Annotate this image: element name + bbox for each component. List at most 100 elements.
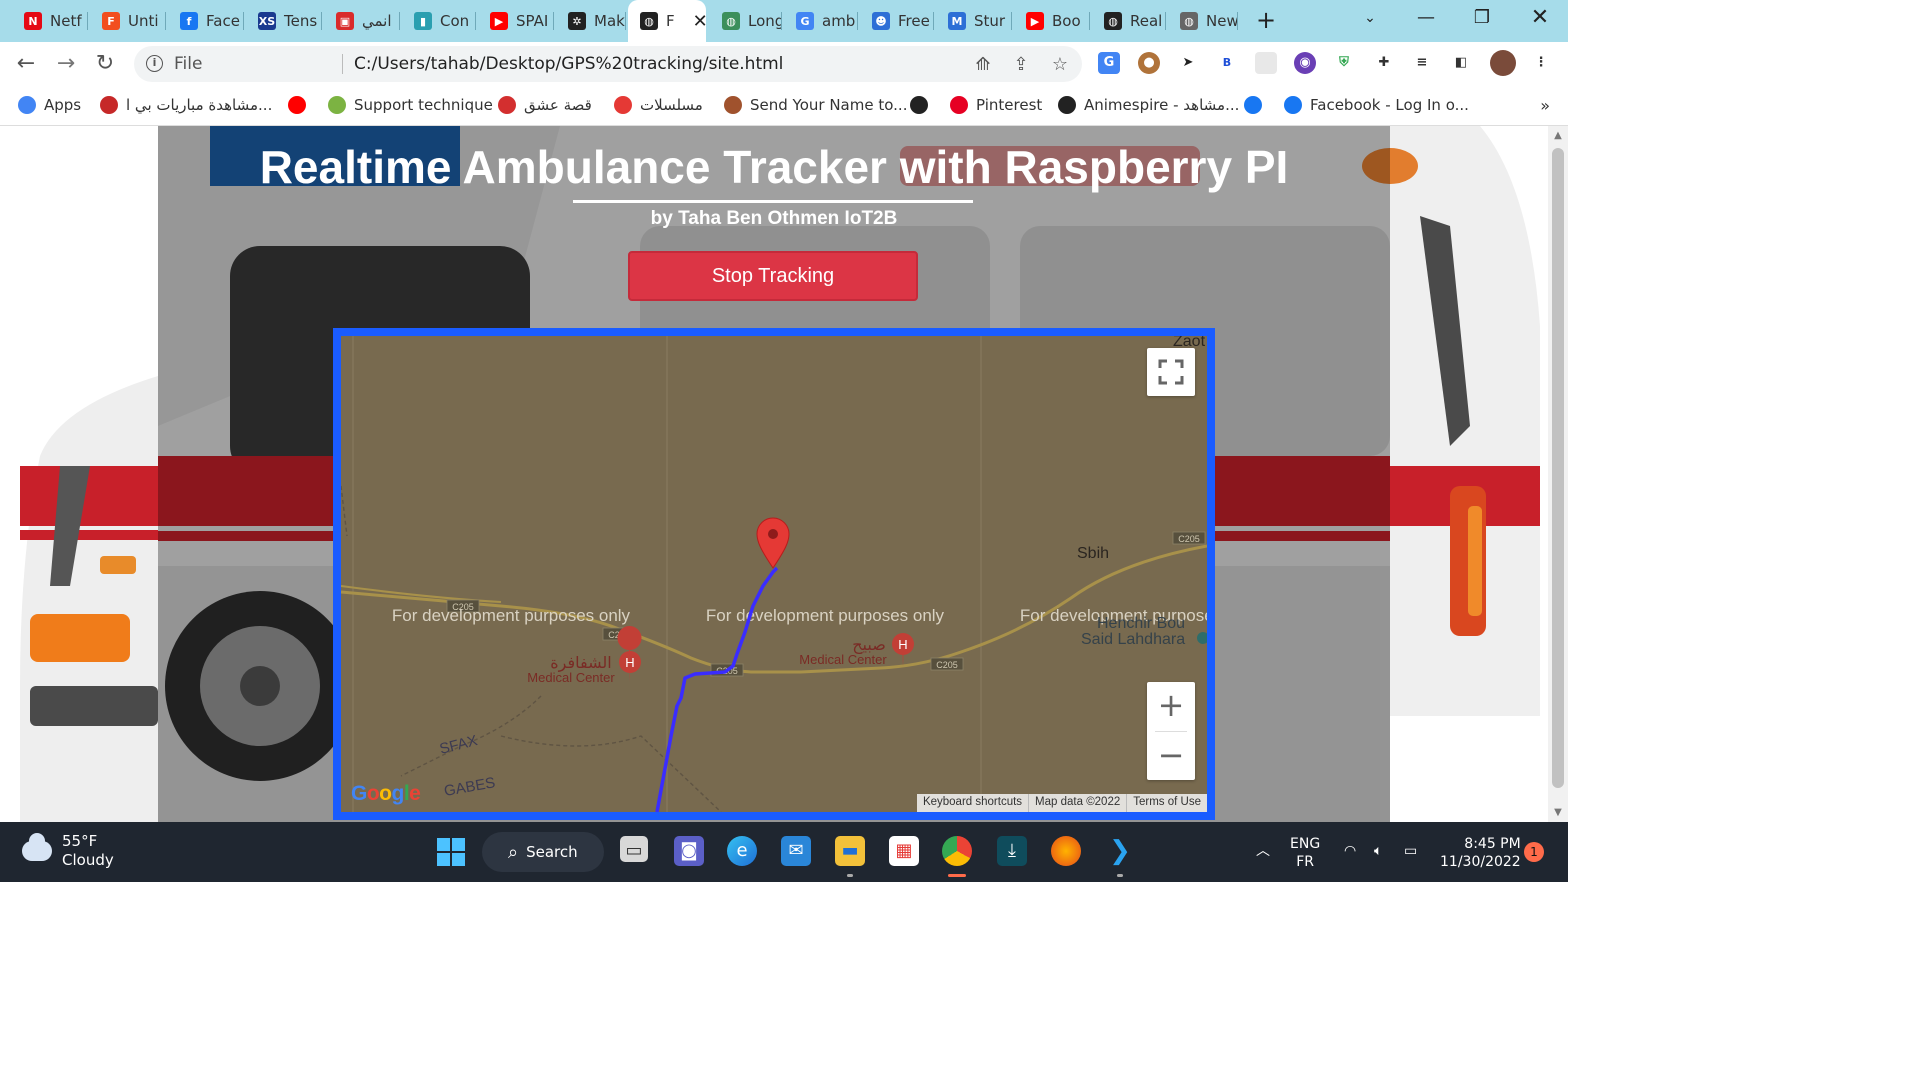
bookmark-item[interactable] <box>910 94 928 116</box>
menu-kebab-icon[interactable]: ⋮ <box>1530 52 1552 74</box>
tab-separator <box>87 12 88 30</box>
tab-9[interactable]: ◍ Long <box>710 0 782 42</box>
vpn-extension-icon[interactable]: ◉ <box>1294 52 1316 74</box>
map-attribution: Keyboard shortcuts Map data ©2022 Terms … <box>916 794 1207 812</box>
scroll-down-arrow-icon[interactable]: ▼ <box>1548 807 1568 818</box>
scrollbar-thumb[interactable] <box>1552 148 1564 788</box>
google-logo-letter: G <box>351 782 367 805</box>
tab-11[interactable]: ☻ Free <box>860 0 934 42</box>
reload-icon[interactable]: ↻ <box>91 50 119 78</box>
cursor-extension-icon[interactable]: ➤ <box>1177 52 1199 74</box>
tab-label: Real <box>1130 12 1163 30</box>
close-window-button[interactable]: ✕ <box>1512 0 1568 38</box>
show-hidden-icons-chevron-icon[interactable]: ︿ <box>1256 842 1270 860</box>
scroll-up-arrow-icon[interactable]: ▲ <box>1548 130 1568 141</box>
tab-5[interactable]: ▮ Con <box>402 0 476 42</box>
tab-1[interactable]: F Unti <box>90 0 166 42</box>
tab-13[interactable]: ▶ Boo <box>1014 0 1090 42</box>
bookmark-item[interactable]: Facebook - Log In o... <box>1284 94 1469 116</box>
back-arrow-icon[interactable]: ← <box>12 50 40 78</box>
clock[interactable]: 8:45 PM 11/30/2022 <box>1440 835 1521 871</box>
zoom-control: + − <box>1147 682 1195 780</box>
task-view-icon[interactable]: ▭ <box>620 836 648 862</box>
bookmark-item[interactable]: مسلسلات <box>614 94 703 116</box>
file-explorer-icon[interactable]: ▬ <box>835 836 865 866</box>
robot-icon: ☻ <box>872 12 890 30</box>
bookmark-item[interactable]: Pinterest <box>950 94 1042 116</box>
tab-0[interactable]: N Netf <box>12 0 88 42</box>
tab-7[interactable]: ✲ Mak <box>556 0 626 42</box>
close-tab-icon[interactable]: ✕ <box>693 11 706 32</box>
zoom-in-button[interactable]: + <box>1147 682 1195 730</box>
vscode-icon[interactable]: ❯ <box>1105 836 1135 866</box>
tab-6[interactable]: ▶ SPAI <box>478 0 554 42</box>
stop-tracking-button[interactable]: Stop Tracking <box>628 251 918 301</box>
bookmark-item[interactable]: Send Your Name to... <box>724 94 907 116</box>
restore-button[interactable]: ❐ <box>1454 0 1510 38</box>
bookmark-star-icon[interactable]: ☆ <box>1049 54 1071 76</box>
translate-icon[interactable]: ⟰ <box>972 54 994 76</box>
taskbar-search[interactable]: ⌕ Search <box>482 832 604 872</box>
google-logo[interactable]: Google <box>351 782 421 806</box>
bookmark-item[interactable] <box>1244 94 1262 116</box>
share-icon[interactable]: ⇪ <box>1010 54 1032 76</box>
tab-label: انمي <box>362 12 392 30</box>
notification-badge[interactable]: 1 <box>1524 842 1544 862</box>
forward-arrow-icon[interactable]: → <box>52 50 80 78</box>
extensions-puzzle-icon[interactable]: ✚ <box>1373 52 1395 74</box>
teams-chat-icon[interactable]: ◙ <box>674 836 704 866</box>
bookmark-item[interactable] <box>288 94 306 116</box>
page-scrollbar[interactable]: ▲ ▼ <box>1548 126 1568 822</box>
tab-search-chevron-icon[interactable]: ⌄ <box>1342 0 1398 38</box>
volume-icon[interactable]: 🔈︎ <box>1374 842 1382 860</box>
microsoft-store-icon[interactable]: ▦ <box>889 836 919 866</box>
site-info-icon[interactable]: i <box>146 55 163 72</box>
windows-start-icon[interactable] <box>436 838 466 868</box>
keyboard-shortcuts-link[interactable]: Keyboard shortcuts <box>917 794 1028 812</box>
blank-extension-icon[interactable] <box>1255 52 1277 74</box>
bookmark-item[interactable]: Animespire - مشاهد... <box>1058 94 1239 116</box>
svg-text:C205: C205 <box>1178 534 1200 544</box>
battery-icon[interactable]: ▭ <box>1404 842 1417 860</box>
tab-8[interactable]: ◍ F ✕ <box>628 0 706 42</box>
side-panel-icon[interactable]: ◧ <box>1450 52 1472 74</box>
bookmark-label: Apps <box>44 96 82 114</box>
fullscreen-icon <box>1158 359 1184 385</box>
wifi-icon[interactable]: ◠ <box>1344 842 1356 860</box>
bookmarks-overflow-icon[interactable]: » <box>1540 94 1550 116</box>
firefox-icon[interactable] <box>1051 836 1081 866</box>
tab-12[interactable]: M Stur <box>936 0 1012 42</box>
b-extension-icon[interactable]: B <box>1216 52 1238 74</box>
terms-of-use-link[interactable]: Terms of Use <box>1126 794 1207 812</box>
shield-extension-icon[interactable]: ⛨ <box>1333 52 1355 74</box>
bookmark-item[interactable]: مشاهدة مباريات بي ا... <box>100 94 272 116</box>
profile-avatar[interactable] <box>1490 50 1516 76</box>
language-indicator[interactable]: ENG FR <box>1290 835 1320 871</box>
tab-3[interactable]: XS Tens <box>246 0 322 42</box>
map-container[interactable]: C205 C205 C205 C205 C205 For development… <box>333 328 1215 820</box>
url-text[interactable]: C:/Users/tahab/Desktop/GPS%20tracking/si… <box>354 54 783 74</box>
minimize-button[interactable]: — <box>1398 0 1454 38</box>
zoom-out-button[interactable]: − <box>1147 732 1195 780</box>
bookmark-item[interactable]: Apps <box>18 94 81 116</box>
bookmark-item[interactable]: قصة عشق <box>498 94 592 116</box>
cookie-extension-icon[interactable]: ● <box>1138 52 1160 74</box>
tab-10[interactable]: Gamb <box>784 0 858 42</box>
app-download-icon[interactable]: ⤓ <box>997 836 1027 866</box>
tab-2[interactable]: f Face <box>168 0 244 42</box>
bookmark-item[interactable]: Support technique <box>328 94 493 116</box>
reading-list-icon[interactable]: ≡ <box>1411 52 1433 74</box>
new-tab-button[interactable]: + <box>1252 6 1280 34</box>
bookmark-label: مشاهدة مباريات بي ا... <box>126 96 273 114</box>
google-map[interactable]: C205 C205 C205 C205 C205 For development… <box>341 336 1207 812</box>
mail-icon[interactable]: ✉ <box>781 836 811 866</box>
tab-4[interactable]: ▣ انمي <box>324 0 400 42</box>
edge-icon[interactable]: e <box>727 836 757 866</box>
tab-14[interactable]: ◍ Real <box>1092 0 1166 42</box>
tab-15[interactable]: ◍ New <box>1168 0 1238 42</box>
chrome-icon[interactable] <box>942 836 972 866</box>
address-bar[interactable]: i File C:/Users/tahab/Desktop/GPS%20trac… <box>134 46 1082 82</box>
fullscreen-button[interactable] <box>1147 348 1195 396</box>
weather-widget[interactable]: 55°F Cloudy <box>22 832 114 870</box>
google-translate-extension-icon[interactable]: G <box>1098 52 1120 74</box>
